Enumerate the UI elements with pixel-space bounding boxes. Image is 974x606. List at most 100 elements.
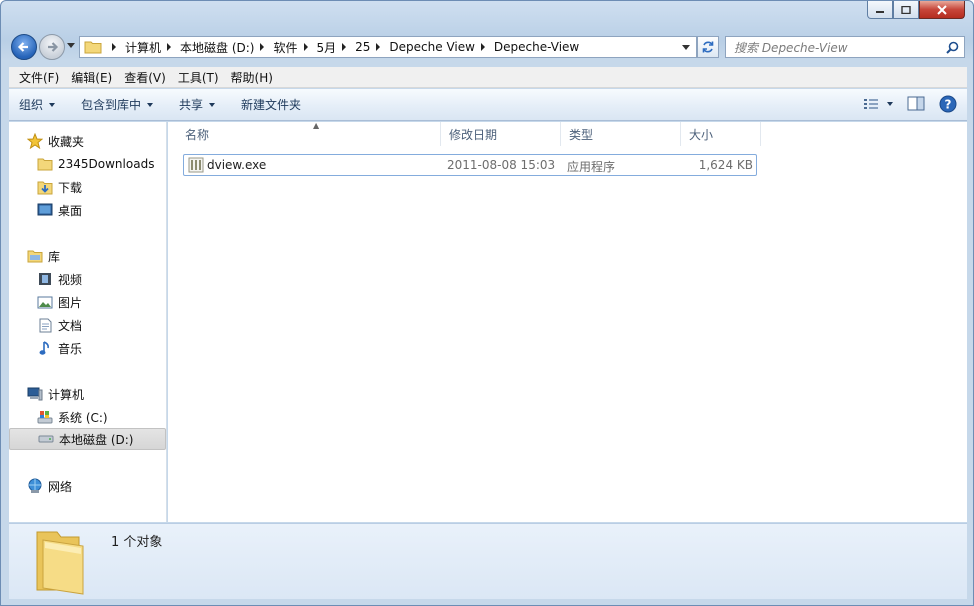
file-modified: 2011-08-08 15:03 <box>447 158 556 172</box>
minimize-button[interactable] <box>867 1 893 19</box>
nav-network[interactable]: 网络 <box>27 475 72 497</box>
application-icon <box>188 157 204 176</box>
breadcrumb-depeche-view-folder[interactable]: Depeche-View <box>494 40 579 54</box>
nav-item-label: 本地磁盘 (D:) <box>59 432 134 447</box>
nav-item-drive-c[interactable]: 系统 (C:) <box>37 406 108 428</box>
address-dropdown[interactable] <box>682 45 690 50</box>
breadcrumb-separator[interactable] <box>260 43 265 51</box>
item-count: 1 个对象 <box>111 535 163 550</box>
menu-bar: 文件(F) 编辑(E) 查看(V) 工具(T) 帮助(H) <box>9 67 967 88</box>
menu-help[interactable]: 帮助(H) <box>225 69 279 86</box>
column-modified-label: 修改日期 <box>449 127 498 142</box>
change-view-button[interactable] <box>863 97 893 111</box>
nav-computer-label: 计算机 <box>48 387 85 402</box>
chevron-down-icon <box>147 102 154 107</box>
details-view-icon <box>864 99 878 109</box>
network-icon <box>27 478 43 494</box>
chevron-down-icon <box>49 102 56 107</box>
nav-item-music[interactable]: 音乐 <box>37 337 82 359</box>
nav-favorites[interactable]: 收藏夹 <box>27 130 84 152</box>
breadcrumb-may[interactable]: 5月 <box>317 39 337 56</box>
nav-item-label: 视频 <box>58 272 83 287</box>
table-row[interactable]: dview.exe 2011-08-08 15:03 应用程序 1,624 KB <box>183 154 757 176</box>
folder-icon <box>84 41 102 54</box>
nav-item-label: 图片 <box>58 295 83 310</box>
column-name[interactable]: 名称 ▲ <box>177 121 441 146</box>
nav-computer[interactable]: 计算机 <box>27 383 84 405</box>
window-controls <box>867 1 965 19</box>
search-input[interactable]: 搜索 Depeche-View <box>734 39 946 56</box>
menu-tools[interactable]: 工具(T) <box>172 69 225 86</box>
recent-pages-dropdown[interactable] <box>67 43 75 48</box>
system-drive-icon <box>37 409 53 425</box>
menu-edit[interactable]: 编辑(E) <box>65 69 118 86</box>
column-name-label: 名称 <box>185 127 210 142</box>
folder-icon <box>36 531 84 595</box>
search-box[interactable]: 搜索 Depeche-View <box>725 36 965 58</box>
navigation-row: 计算机 本地磁盘 (D:) 软件 5月 25 Depeche View Depe… <box>9 33 967 61</box>
file-list: 名称 ▲ 修改日期 类型 大小 dview.exe 2011-08-08 15:… <box>168 121 967 522</box>
nav-item-desktop[interactable]: 桌面 <box>37 199 82 221</box>
close-icon <box>937 4 947 15</box>
organize-button[interactable]: 组织 <box>19 96 56 113</box>
maximize-button[interactable] <box>893 1 919 19</box>
breadcrumb-25[interactable]: 25 <box>355 40 370 54</box>
file-size: 1,624 KB <box>698 158 753 172</box>
nav-item-label: 音乐 <box>58 341 83 356</box>
nav-item-videos[interactable]: 视频 <box>37 268 82 290</box>
nav-item-documents[interactable]: 文档 <box>37 314 82 336</box>
column-modified[interactable]: 修改日期 <box>441 122 561 146</box>
new-folder-label: 新建文件夹 <box>241 98 302 112</box>
nav-item-label: 桌面 <box>58 203 83 218</box>
help-icon[interactable]: ? <box>939 95 957 113</box>
column-type-label: 类型 <box>569 127 594 142</box>
folder-icon <box>37 156 53 172</box>
video-icon <box>37 271 53 287</box>
breadcrumb-separator[interactable] <box>167 43 172 51</box>
nav-item-pictures[interactable]: 图片 <box>37 291 82 313</box>
maximize-icon <box>901 5 911 14</box>
hard-drive-icon <box>38 431 54 447</box>
pictures-icon <box>37 294 53 310</box>
breadcrumb-separator[interactable] <box>342 43 347 51</box>
address-bar[interactable]: 计算机 本地磁盘 (D:) 软件 5月 25 Depeche View Depe… <box>79 36 697 58</box>
downloads-folder-icon <box>37 179 53 195</box>
menu-file[interactable]: 文件(F) <box>13 69 65 86</box>
nav-item-label: 2345Downloads <box>58 157 155 171</box>
nav-item-label: 文档 <box>58 318 83 333</box>
nav-item-drive-d[interactable]: 本地磁盘 (D:) <box>9 428 166 450</box>
nav-item-2345downloads[interactable]: 2345Downloads <box>37 153 154 175</box>
breadcrumb-software[interactable]: 软件 <box>273 39 297 56</box>
search-icon[interactable] <box>946 41 959 54</box>
back-button[interactable] <box>11 34 37 60</box>
include-in-library-button[interactable]: 包含到库中 <box>81 96 154 113</box>
nav-libraries[interactable]: 库 <box>27 245 60 267</box>
share-button[interactable]: 共享 <box>179 96 216 113</box>
new-folder-button[interactable]: 新建文件夹 <box>241 96 301 113</box>
chevron-down-icon[interactable] <box>887 102 893 106</box>
breadcrumb-separator[interactable] <box>303 43 308 51</box>
column-type[interactable]: 类型 <box>561 122 681 146</box>
breadcrumb-separator[interactable] <box>480 43 485 51</box>
breadcrumb-computer[interactable]: 计算机 <box>125 39 161 56</box>
nav-item-label: 下载 <box>58 180 83 195</box>
breadcrumb-separator[interactable] <box>376 43 381 51</box>
refresh-icon <box>702 41 714 53</box>
explorer-window: 计算机 本地磁盘 (D:) 软件 5月 25 Depeche View Depe… <box>0 0 974 606</box>
close-button[interactable] <box>919 1 965 19</box>
breadcrumb-drive-d[interactable]: 本地磁盘 (D:) <box>180 39 254 56</box>
nav-item-downloads[interactable]: 下载 <box>37 176 82 198</box>
breadcrumb-depeche-view[interactable]: Depeche View <box>389 40 475 54</box>
preview-pane-icon[interactable] <box>907 96 925 112</box>
minimize-icon <box>876 10 884 13</box>
menu-view[interactable]: 查看(V) <box>118 69 172 86</box>
navigation-pane: 收藏夹 2345Downloads 下载 桌面 库 视频 图片 文档 音乐 计算… <box>9 122 167 522</box>
refresh-button[interactable] <box>697 36 719 58</box>
forward-button[interactable] <box>39 34 65 60</box>
view-controls: ? <box>849 95 957 113</box>
library-icon <box>27 248 43 264</box>
details-pane: 1 个对象 <box>9 523 967 599</box>
column-size[interactable]: 大小 <box>681 122 761 146</box>
breadcrumb-separator[interactable] <box>112 43 116 51</box>
chevron-down-icon <box>209 102 216 107</box>
